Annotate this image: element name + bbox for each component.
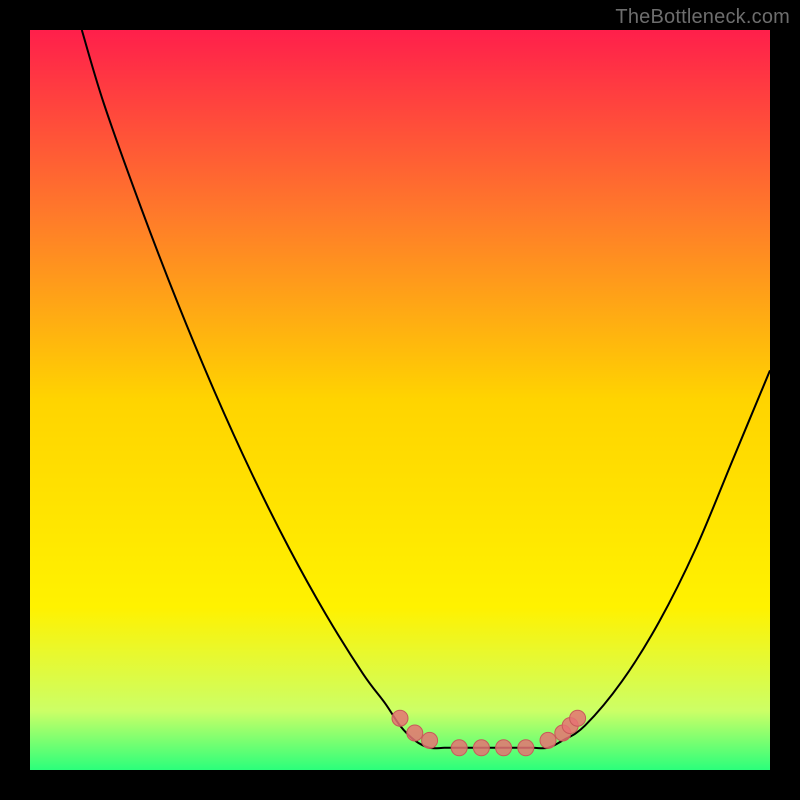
marker-point: [422, 732, 438, 748]
marker-point: [518, 740, 534, 756]
watermark-text: TheBottleneck.com: [615, 6, 790, 29]
marker-point: [540, 732, 556, 748]
bottleneck-curve: [82, 30, 770, 748]
chart-overlay: [30, 30, 770, 770]
marker-point: [570, 710, 586, 726]
chart-frame: [30, 30, 770, 770]
marker-point: [407, 725, 423, 741]
marker-point: [451, 740, 467, 756]
marker-point: [473, 740, 489, 756]
curve-path: [82, 30, 770, 748]
marker-point: [392, 710, 408, 726]
plot-area: [30, 30, 770, 770]
marker-group: [392, 710, 586, 756]
marker-point: [496, 740, 512, 756]
